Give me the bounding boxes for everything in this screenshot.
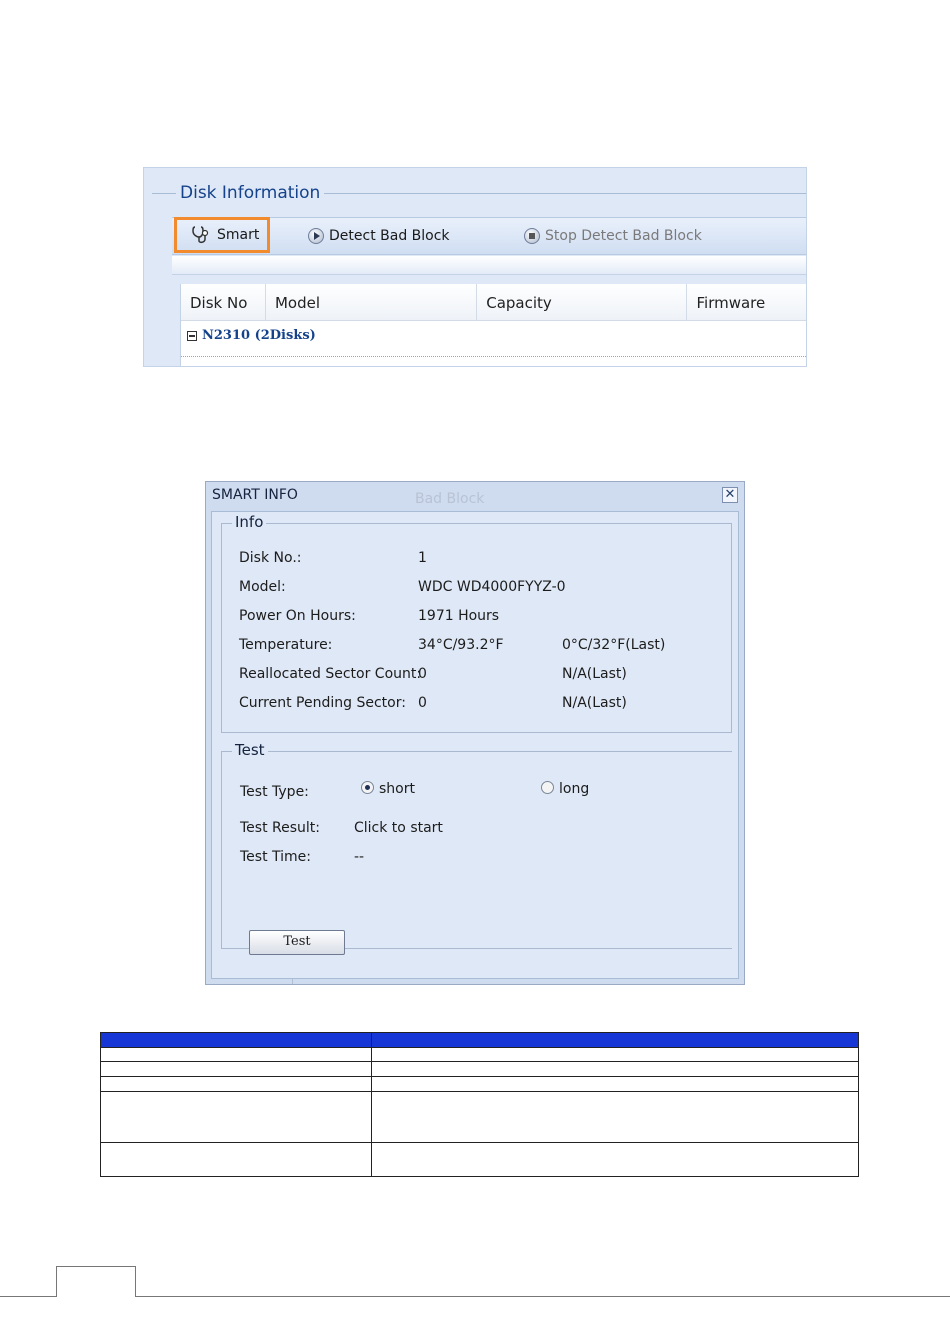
temperature-last-value: 0°C/32°F(Last) — [562, 637, 666, 653]
panel-title: Disk Information — [176, 182, 325, 204]
stop-detect-bad-block-label: Stop Detect Bad Block — [545, 228, 702, 244]
test-legend: Test — [232, 741, 268, 759]
column-header-firmware[interactable]: Firmware — [687, 284, 806, 320]
background-ghost-text: Bad Block — [415, 491, 485, 507]
pending-sector-last-value: N/A(Last) — [562, 695, 627, 711]
description-table — [100, 1032, 859, 1177]
radio-long[interactable]: long — [541, 781, 589, 797]
radio-short[interactable]: short — [361, 781, 415, 797]
stop-detect-bad-block-button[interactable]: Stop Detect Bad Block — [524, 218, 702, 254]
column-header-capacity[interactable]: Capacity — [477, 284, 688, 320]
close-icon[interactable]: ✕ — [722, 487, 738, 503]
group-row[interactable]: N2310 (2Disks) — [187, 328, 316, 343]
temperature-label: Temperature: — [239, 637, 333, 653]
radio-short-label: short — [379, 781, 415, 797]
table-row — [100, 1047, 859, 1062]
disk-information-panel: Disk Information Smart Detect Bad Block … — [143, 167, 807, 367]
dialog-title: SMART INFO — [212, 487, 298, 503]
temperature-value: 34°C/93.2°F — [418, 637, 504, 653]
table-cell — [371, 1047, 859, 1062]
table-cell — [371, 1091, 859, 1143]
footer-rule — [0, 1296, 950, 1297]
table-row — [100, 1091, 859, 1143]
disk-no-value: 1 — [418, 550, 427, 566]
disk-toolbar: Smart Detect Bad Block Stop Detect Bad B… — [172, 217, 806, 255]
test-time-value: -- — [354, 849, 365, 865]
stethoscope-icon — [191, 225, 213, 245]
test-time-label: Test Time: — [240, 849, 311, 865]
toolbar-strip — [172, 256, 806, 275]
test-result-label: Test Result: — [240, 820, 320, 836]
pending-sector-value: 0 — [418, 695, 427, 711]
collapse-icon[interactable] — [187, 330, 197, 341]
column-header-model[interactable]: Model — [266, 284, 478, 320]
table-cell — [100, 1061, 372, 1077]
test-type-label: Test Type: — [240, 784, 309, 800]
group-separator — [181, 356, 806, 357]
table-cell — [100, 1091, 372, 1143]
table-cell — [371, 1076, 859, 1092]
table-cell — [100, 1047, 372, 1062]
play-icon — [308, 228, 324, 244]
table-cell — [100, 1142, 372, 1177]
detect-bad-block-button[interactable]: Detect Bad Block — [308, 218, 450, 254]
info-legend: Info — [232, 513, 267, 531]
dialog-body: Info Disk No.: 1 Model: WDC WD4000FYYZ-0… — [211, 511, 739, 979]
smart-button-label: Smart — [217, 227, 260, 243]
stop-icon — [524, 228, 540, 244]
power-on-hours-value: 1971 Hours — [418, 608, 500, 624]
table-row — [100, 1076, 859, 1092]
pending-sector-label: Current Pending Sector: — [239, 695, 406, 711]
table-header-cell — [371, 1032, 859, 1048]
table-header-row — [100, 1032, 859, 1048]
test-result-value: Click to start — [354, 820, 443, 836]
reallocated-sector-value: 0 — [418, 666, 427, 682]
disk-no-label: Disk No.: — [239, 550, 302, 566]
page-number-tab — [56, 1266, 136, 1297]
info-fieldset: Info Disk No.: 1 Model: WDC WD4000FYYZ-0… — [221, 513, 732, 733]
smart-button[interactable]: Smart — [174, 217, 270, 253]
group-label: N2310 (2Disks) — [202, 328, 316, 343]
test-button[interactable]: Test — [249, 930, 345, 955]
table-cell — [100, 1076, 372, 1092]
power-on-hours-label: Power On Hours: — [239, 608, 356, 624]
test-fieldset: Test Test Type: short long Test Result: … — [221, 741, 732, 949]
table-row — [100, 1142, 859, 1177]
table-cell — [371, 1061, 859, 1077]
radio-checked-icon[interactable] — [361, 781, 374, 794]
model-value: WDC WD4000FYYZ-0 — [418, 579, 566, 595]
table-row — [100, 1061, 859, 1077]
grid-header: Disk No Model Capacity Firmware — [181, 284, 806, 321]
detect-bad-block-label: Detect Bad Block — [329, 228, 450, 244]
table-header-cell — [100, 1032, 372, 1048]
table-cell — [371, 1142, 859, 1177]
disk-grid: Disk No Model Capacity Firmware N2310 (2… — [180, 284, 806, 366]
reallocated-sector-label: Reallocated Sector Count: — [239, 666, 422, 682]
smart-info-dialog: Bad Block SMART INFO ✕ Info Disk No.: 1 … — [205, 481, 745, 985]
background-ghost-tab — [230, 978, 293, 984]
radio-long-label: long — [559, 781, 590, 797]
radio-unchecked-icon[interactable] — [541, 781, 554, 794]
reallocated-sector-last-value: N/A(Last) — [562, 666, 627, 682]
column-header-disk-no[interactable]: Disk No — [181, 284, 266, 320]
model-label: Model: — [239, 579, 286, 595]
